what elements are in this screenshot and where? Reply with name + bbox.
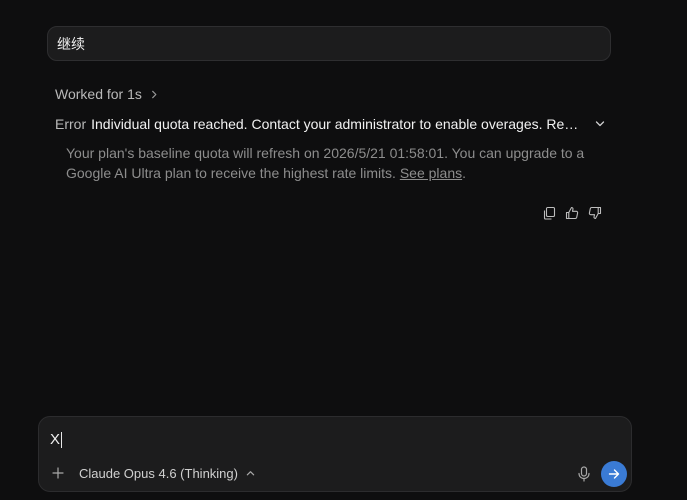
error-prefix: Error — [55, 116, 87, 132]
thumbs-down-icon[interactable] — [588, 206, 602, 220]
copy-icon[interactable] — [542, 206, 556, 220]
send-button[interactable] — [601, 461, 627, 487]
microphone-icon[interactable] — [577, 466, 591, 482]
error-detail-suffix: . — [462, 165, 467, 181]
text-caret — [61, 431, 63, 448]
user-message-bubble: 继续 — [47, 26, 611, 61]
arrow-right-icon — [608, 469, 620, 479]
message-actions — [542, 204, 602, 222]
error-detail-text: Your plan's baseline quota will refresh … — [66, 145, 585, 181]
chevron-down-icon[interactable] — [595, 119, 605, 129]
add-attachment-icon[interactable] — [52, 467, 64, 479]
error-summary[interactable]: Error Individual quota reached. Contact … — [55, 114, 605, 134]
error-message: Individual quota reached. Contact your a… — [91, 116, 585, 132]
error-detail: Your plan's baseline quota will refresh … — [66, 143, 622, 183]
model-label: Claude Opus 4.6 (Thinking) — [79, 465, 238, 481]
composer: X Claude Opus 4.6 (Thinking) — [38, 416, 632, 492]
worked-label: Worked for 1s — [55, 86, 142, 102]
message-input-value: X — [50, 431, 61, 448]
message-input[interactable]: X — [50, 431, 63, 448]
thumbs-up-icon[interactable] — [565, 206, 579, 220]
see-plans-link[interactable]: See plans — [400, 165, 462, 181]
worked-toggle[interactable]: Worked for 1s — [55, 84, 159, 104]
user-message-text: 继续 — [57, 36, 85, 53]
model-selector[interactable]: Claude Opus 4.6 (Thinking) — [79, 464, 255, 482]
chevron-up-icon — [246, 470, 255, 475]
chevron-right-icon — [152, 90, 157, 98]
